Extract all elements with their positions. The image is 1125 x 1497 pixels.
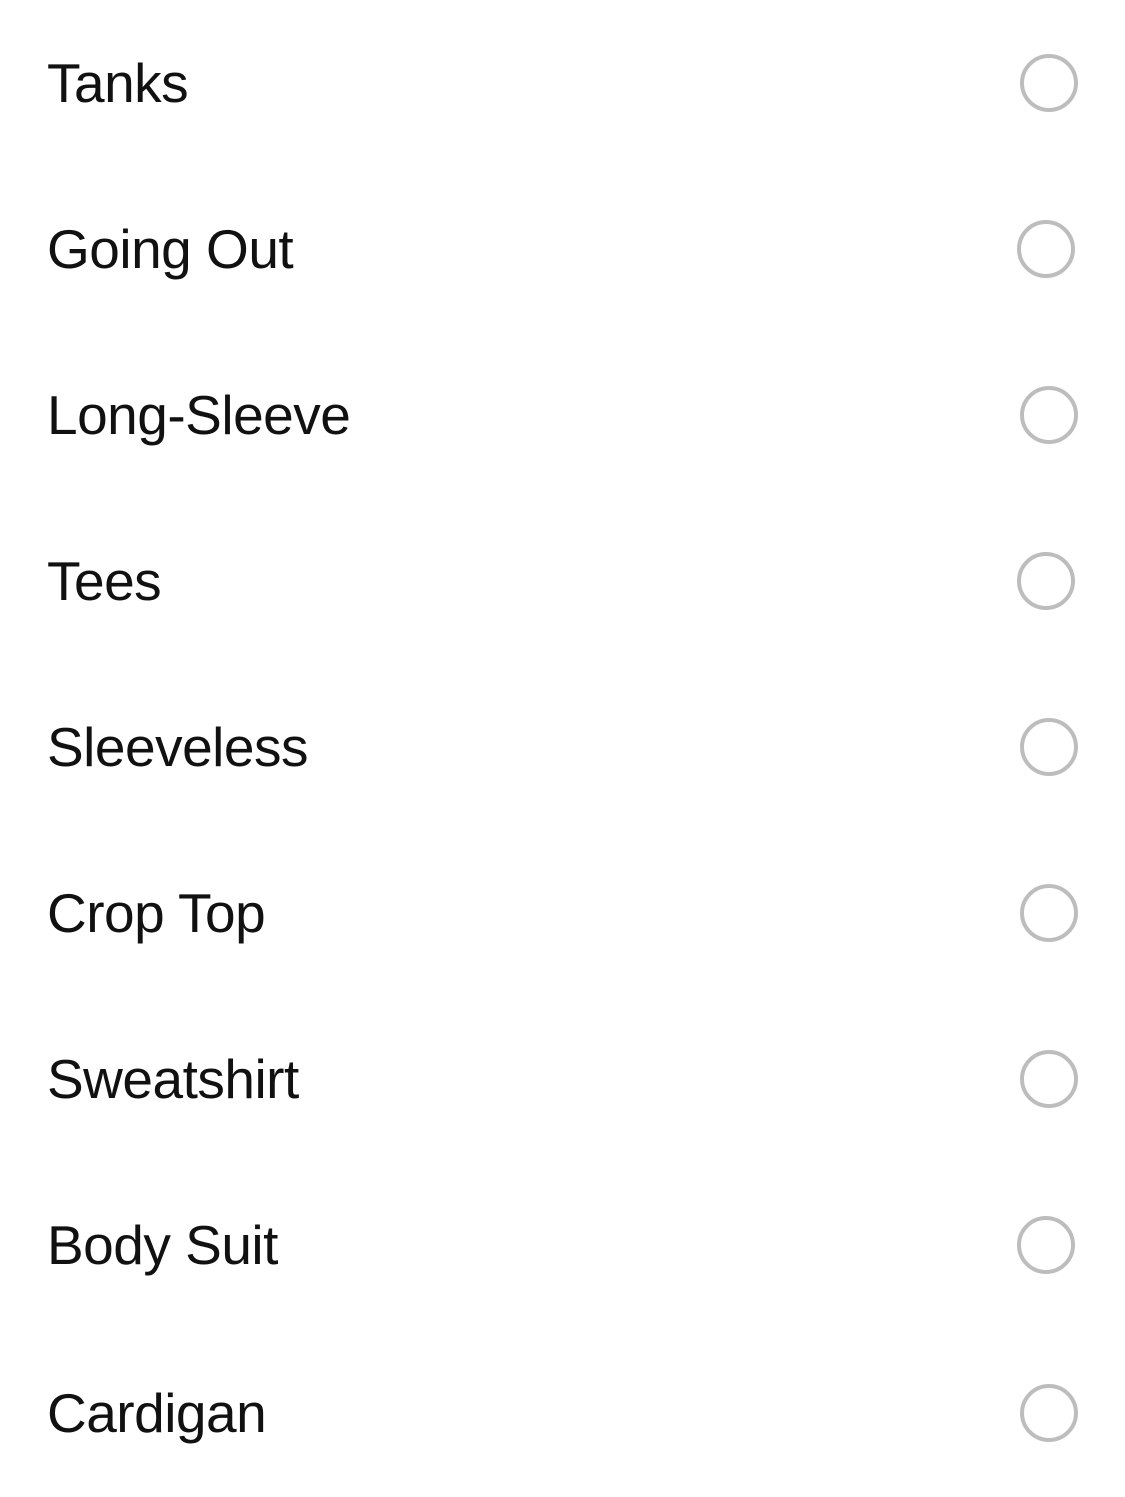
option-label: Tanks [47,52,189,114]
category-option-list: Tanks Going Out Long-Sleeve Tees Sleevel… [0,0,1125,1497]
option-row-tees[interactable]: Tees [0,498,1125,664]
radio-button-sweatshirt[interactable] [1020,1050,1078,1108]
option-label: Sweatshirt [47,1048,299,1110]
option-label: Tees [47,550,162,612]
option-row-sleeveless[interactable]: Sleeveless [0,664,1125,830]
option-label: Going Out [47,218,294,280]
radio-button-tanks[interactable] [1020,54,1078,112]
option-label: Long-Sleeve [47,384,351,446]
option-label: Sleeveless [47,716,308,778]
option-label: Cardigan [47,1382,267,1444]
radio-button-body-suit[interactable] [1017,1216,1075,1274]
option-row-body-suit[interactable]: Body Suit [0,1162,1125,1328]
radio-button-long-sleeve[interactable] [1020,386,1078,444]
radio-button-going-out[interactable] [1017,220,1075,278]
radio-button-tees[interactable] [1017,552,1075,610]
radio-button-sleeveless[interactable] [1020,718,1078,776]
option-row-long-sleeve[interactable]: Long-Sleeve [0,332,1125,498]
option-row-cardigan[interactable]: Cardigan [0,1330,1125,1496]
option-row-tanks[interactable]: Tanks [0,0,1125,166]
option-row-crop-top[interactable]: Crop Top [0,830,1125,996]
option-label: Body Suit [47,1214,278,1276]
option-row-going-out[interactable]: Going Out [0,166,1125,332]
option-label: Crop Top [47,882,266,944]
radio-button-cardigan[interactable] [1020,1384,1078,1442]
radio-button-crop-top[interactable] [1020,884,1078,942]
option-row-sweatshirt[interactable]: Sweatshirt [0,996,1125,1162]
